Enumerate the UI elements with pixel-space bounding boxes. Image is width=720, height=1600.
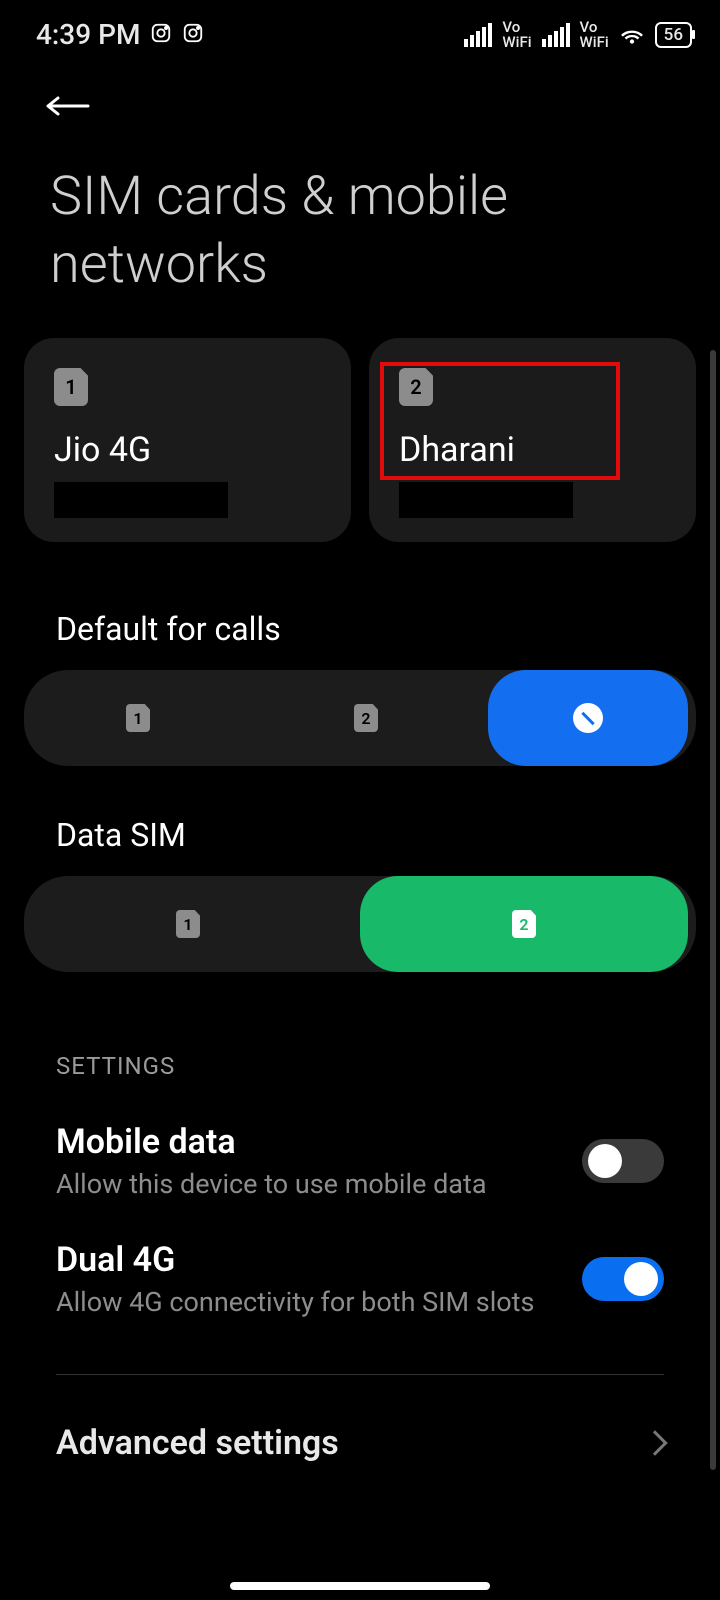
mobile-data-subtitle: Allow this device to use mobile data: [56, 1168, 582, 1200]
sim-number-redacted: [54, 482, 228, 518]
vowifi-label: VoWiFi: [580, 20, 609, 50]
sim-chip-icon: 1: [126, 704, 150, 732]
data-option-sim2[interactable]: 2: [360, 876, 688, 972]
dual-4g-toggle[interactable]: [582, 1257, 664, 1301]
sim-number-redacted: [399, 482, 573, 518]
advanced-settings-row[interactable]: Advanced settings: [0, 1375, 720, 1511]
signal-bars-icon: [464, 23, 492, 47]
sim-chip-icon: 1: [54, 368, 88, 406]
wifi-icon: [619, 22, 645, 48]
mobile-data-title: Mobile data: [56, 1122, 582, 1162]
calls-option-not-set[interactable]: [488, 670, 688, 766]
vowifi-label: VoWiFi: [502, 20, 531, 50]
home-indicator[interactable]: [230, 1582, 490, 1590]
signal-bars-icon: [542, 23, 570, 47]
chevron-right-icon: [642, 1430, 667, 1455]
default-calls-label: Default for calls: [0, 560, 720, 670]
default-calls-picker: 1 2: [24, 670, 696, 766]
instagram-icon: [150, 18, 172, 51]
battery-indicator: 56: [655, 22, 692, 48]
sim-chip-icon: 2: [399, 368, 433, 406]
page-title: SIM cards & mobile networks: [0, 135, 720, 320]
sim-chip-icon: 2: [354, 704, 378, 732]
dual-4g-row[interactable]: Dual 4G Allow 4G connectivity for both S…: [0, 1220, 720, 1338]
sim-chip-icon: 2: [512, 910, 536, 938]
calls-option-sim1[interactable]: 1: [24, 670, 252, 766]
not-set-icon: [573, 703, 603, 733]
mobile-data-toggle[interactable]: [582, 1139, 664, 1183]
status-time: 4:39 PM: [36, 18, 140, 51]
calls-option-sim2[interactable]: 2: [252, 670, 480, 766]
dual-4g-subtitle: Allow 4G connectivity for both SIM slots: [56, 1286, 582, 1318]
data-option-sim1[interactable]: 1: [24, 876, 352, 972]
status-bar: 4:39 PM VoWiFi VoWiFi 56: [0, 0, 720, 69]
sim-card-1[interactable]: 1 Jio 4G: [24, 338, 351, 542]
sim-chip-icon: 1: [176, 910, 200, 938]
data-sim-picker: 1 2: [24, 876, 696, 972]
dual-4g-title: Dual 4G: [56, 1240, 582, 1280]
advanced-settings-title: Advanced settings: [56, 1423, 646, 1463]
sim-card-name: Jio 4G: [54, 430, 321, 470]
mobile-data-row[interactable]: Mobile data Allow this device to use mob…: [0, 1102, 720, 1220]
instagram-icon: [182, 18, 204, 51]
sim-card-name: Dharani: [399, 430, 666, 470]
scrollbar[interactable]: [710, 350, 716, 1470]
back-button[interactable]: [0, 69, 720, 135]
sim-card-2[interactable]: 2 Dharani: [369, 338, 696, 542]
settings-header: SETTINGS: [0, 972, 720, 1102]
data-sim-label: Data SIM: [0, 766, 720, 876]
